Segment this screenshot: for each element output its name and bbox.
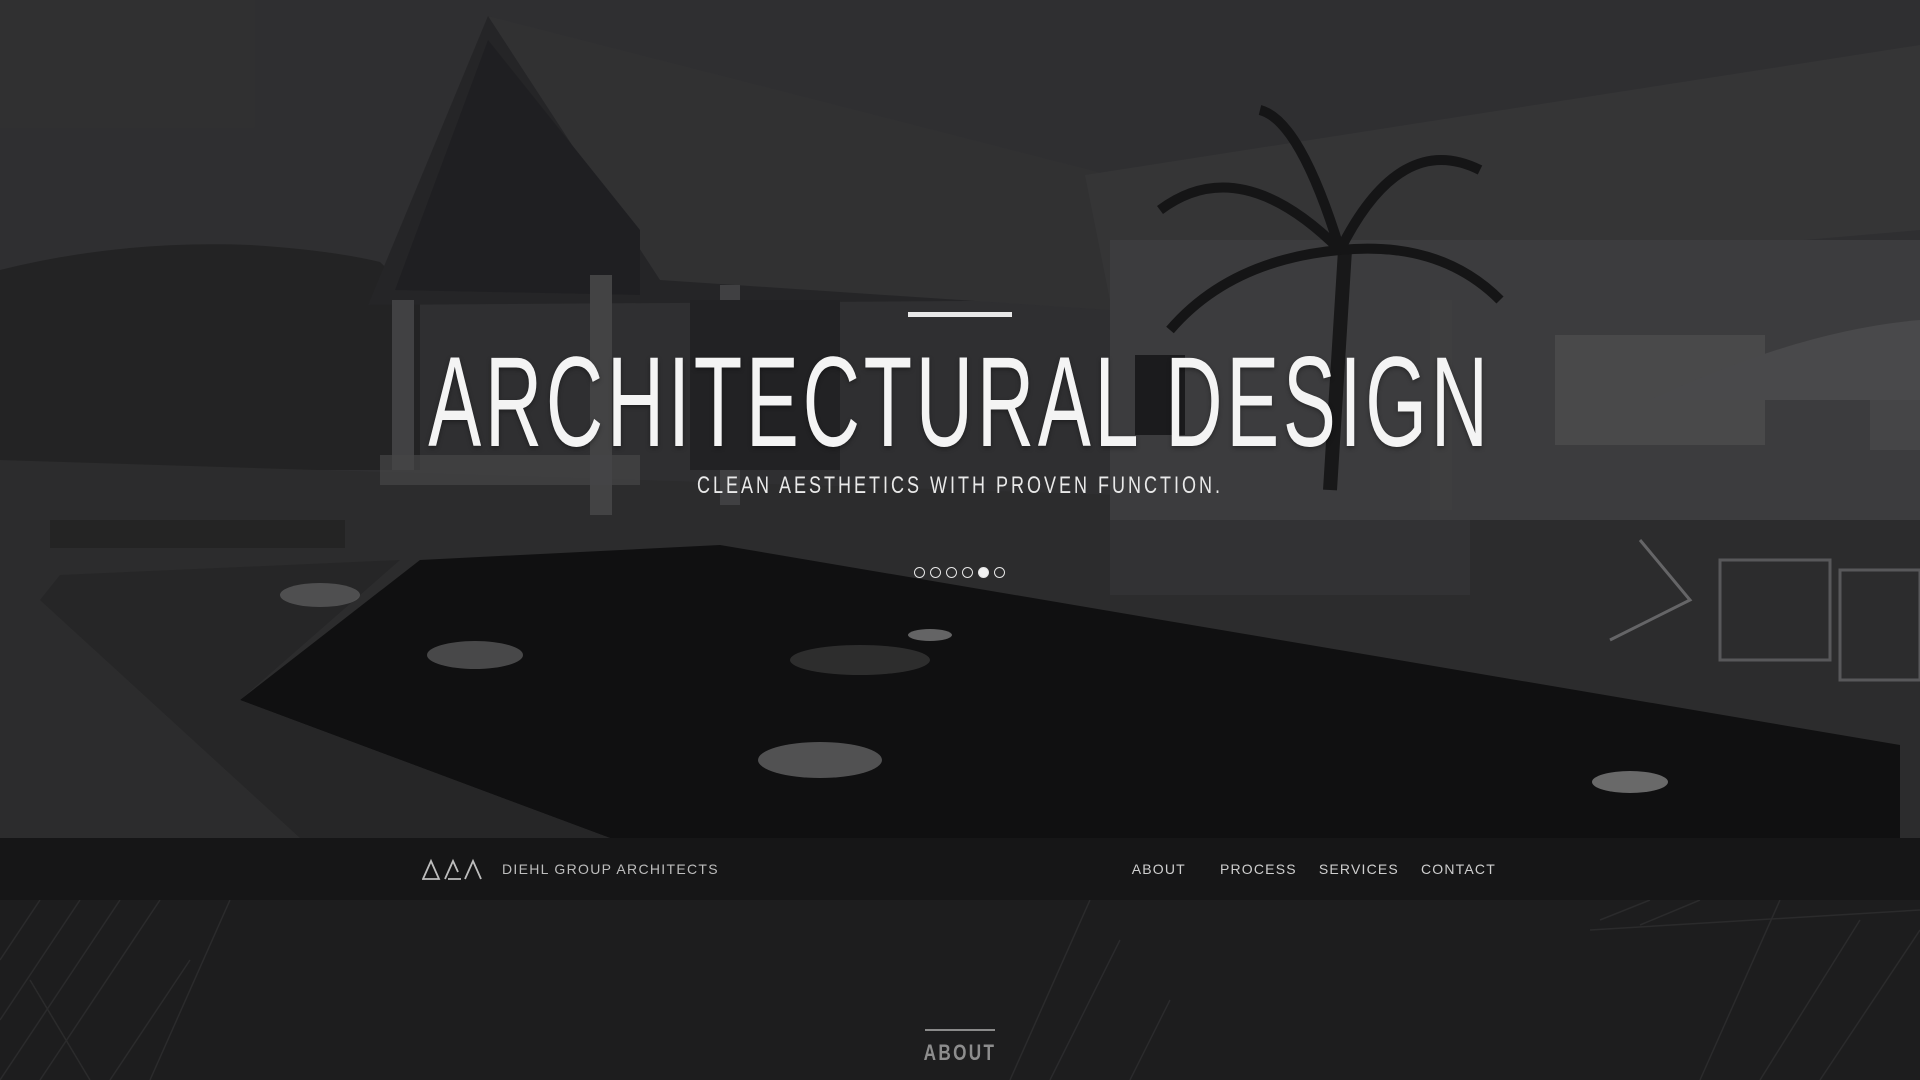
- about-heading-rule: [925, 1029, 995, 1031]
- dga-logo-icon: [422, 858, 482, 880]
- slider-dot-6[interactable]: [994, 567, 1005, 578]
- nav-link-process[interactable]: PROCESS: [1220, 861, 1297, 877]
- slider-pagination: [914, 567, 1005, 578]
- main-navbar: DIEHL GROUP ARCHITECTS ABOUT PROCESS SER…: [0, 838, 1920, 900]
- brand-name: DIEHL GROUP ARCHITECTS: [502, 861, 719, 877]
- slider-dot-2[interactable]: [930, 567, 941, 578]
- slider-dot-3[interactable]: [946, 567, 957, 578]
- slider-dot-4[interactable]: [962, 567, 973, 578]
- nav-link-services[interactable]: SERVICES: [1319, 861, 1399, 877]
- about-section: ABOUT: [0, 900, 1920, 1080]
- hero-section: ARCHITECTURAL DESIGN CLEAN AESTHETICS WI…: [0, 0, 1920, 838]
- slider-dot-5[interactable]: [978, 567, 989, 578]
- nav-link-contact[interactable]: CONTACT: [1421, 861, 1496, 877]
- hero-title: ARCHITECTURAL DESIGN: [428, 331, 1492, 474]
- brand[interactable]: DIEHL GROUP ARCHITECTS: [422, 838, 719, 900]
- page: ARCHITECTURAL DESIGN CLEAN AESTHETICS WI…: [0, 0, 1920, 1080]
- slider-dot-1[interactable]: [914, 567, 925, 578]
- hero-subtitle: CLEAN AESTHETICS WITH PROVEN FUNCTION.: [696, 472, 1224, 499]
- nav-link-about[interactable]: ABOUT: [1132, 861, 1186, 877]
- nav-links: ABOUT PROCESS SERVICES CONTACT: [1132, 838, 1496, 900]
- hero-title-rule: [908, 312, 1012, 317]
- about-heading: ABOUT: [923, 1040, 997, 1065]
